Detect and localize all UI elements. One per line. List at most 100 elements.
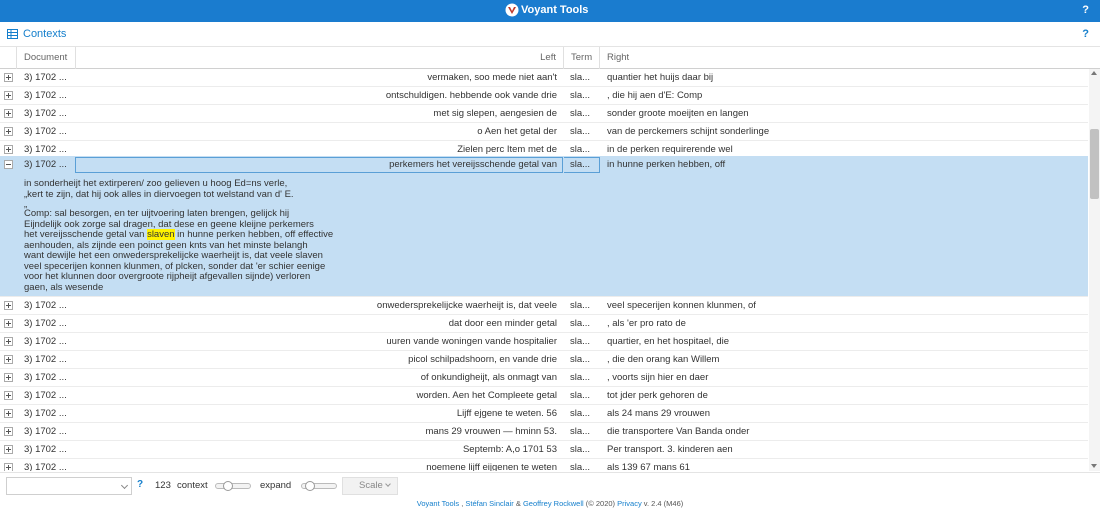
cell-left: Septemb: A,o 1701 53 [462,444,557,455]
table-row[interactable]: 3) 1702 ... Lijff ejgene te weten. 56 sl… [0,405,1088,423]
cell-term: sla... [570,72,591,83]
expanded-context-panel: in sonderheijt het extirperen/ zoo gelie… [0,174,1088,297]
cell-document: 3) 1702 ... [24,336,67,347]
column-header-right[interactable]: Right [600,47,1088,69]
cell-left: worden. Aen het Compleete getal [416,390,557,401]
cell-right: , als 'er pro rato de [607,318,686,329]
footer-link-sinclair[interactable]: Stéfan Sinclair [465,499,513,508]
cell-right: , die hij aen d'E: Comp [607,90,703,101]
footer-link-voyant[interactable]: Voyant Tools [417,499,459,508]
expand-row-icon[interactable] [4,355,13,364]
cell-term: sla... [570,408,591,419]
table-row[interactable]: 3) 1702 ... met sig slepen, aengesien de… [0,105,1088,123]
table-row[interactable]: 3) 1702 ... of onkundigheijt, als onmagt… [0,369,1088,387]
column-header-left[interactable]: Left [76,47,564,69]
footer-link-rockwell[interactable]: Geoffrey Rockwell [523,499,584,508]
scroll-down-icon[interactable] [1091,464,1097,468]
column-expander [0,47,17,69]
cell-document: 3) 1702 ... [24,300,67,311]
cell-term: sla... [570,462,591,471]
expand-row-icon[interactable] [4,391,13,400]
scale-button[interactable]: Scale [342,477,398,495]
cell-right: , die den orang kan Willem [607,354,720,365]
cell-left: uuren vande woningen vande hospitalier [386,336,557,347]
app-title: Voyant Tools [521,4,589,16]
vertical-scrollbar[interactable] [1089,69,1100,471]
expand-row-icon[interactable] [4,427,13,436]
scroll-up-icon[interactable] [1091,71,1097,75]
table-row[interactable]: 3) 1702 ... ontschuldigen. hebbende ook … [0,87,1088,105]
panel-help-button[interactable]: ? [1082,27,1089,41]
footer-version: v. 2.4 (M46) [641,499,684,508]
grid-icon [7,29,18,39]
app-header: Voyant Tools ? [0,0,1100,22]
cell-right: sonder groote moeijten en langen [607,108,749,119]
cell-document: 3) 1702 ... [24,159,67,170]
expanded-text-b: in hunne perken hebben, off effective ae… [24,229,334,293]
cell-left: noemene lijff eijgenen te weten [426,462,557,471]
table-row-selected[interactable]: 3) 1702 ... perkemers het vereijsschende… [0,156,1088,174]
expand-row-icon[interactable] [4,319,13,328]
expand-slider-handle[interactable] [305,481,316,491]
search-combobox[interactable] [6,477,132,495]
chevron-down-icon[interactable] [120,481,129,490]
expand-row-icon[interactable] [4,73,13,82]
cell-document: 3) 1702 ... [24,462,67,471]
keyword-highlight: slaven [147,229,175,240]
column-header-term[interactable]: Term [564,47,600,69]
table-row[interactable]: 3) 1702 ... worden. Aen het Compleete ge… [0,387,1088,405]
cell-left: onwedersprekelijcke waerheijt is, dat ve… [376,300,557,311]
table-row[interactable]: 3) 1702 ... dat door een minder getal sl… [0,315,1088,333]
table-row[interactable]: 3) 1702 ... vermaken, soo mede niet aan'… [0,69,1088,87]
expand-row-icon[interactable] [4,109,13,118]
cell-term: sla... [570,318,591,329]
expand-row-icon[interactable] [4,127,13,136]
expand-row-icon[interactable] [4,337,13,346]
app-help-button[interactable]: ? [1082,2,1089,18]
expand-label: expand [260,480,292,491]
expand-row-icon[interactable] [4,301,13,310]
table-row[interactable]: 3) 1702 ... uuren vande woningen vande h… [0,333,1088,351]
cell-term: sla... [570,390,591,401]
footer-link-privacy[interactable]: Privacy [617,499,642,508]
cell-left: mans 29 vrouwen — hminn 53. [425,426,557,437]
cell-document: 3) 1702 ... [24,444,67,455]
table-row[interactable]: 3) 1702 ... onwedersprekelijcke waerheij… [0,297,1088,315]
cell-term: sla... [570,159,591,170]
cell-term: sla... [570,426,591,437]
column-header-document[interactable]: Document [17,47,76,69]
cell-term: sla... [570,444,591,455]
cell-document: 3) 1702 ... [24,126,67,137]
search-help-button[interactable]: ? [137,479,143,490]
cell-document: 3) 1702 ... [24,90,67,101]
scrollbar-thumb[interactable] [1090,129,1099,199]
cell-term: sla... [570,108,591,119]
expand-row-icon[interactable] [4,373,13,382]
table-row[interactable]: 3) 1702 ... mans 29 vrouwen — hminn 53. … [0,423,1088,441]
expand-row-icon[interactable] [4,445,13,454]
cell-term: sla... [570,300,591,311]
table-row[interactable]: 3) 1702 ... picol schilpadshoorn, en van… [0,351,1088,369]
result-count: 123 [155,480,171,491]
cell-right: tot jder perk gehoren de [607,390,708,401]
expand-slider[interactable] [301,481,337,491]
cell-document: 3) 1702 ... [24,318,67,329]
table-row[interactable]: 3) 1702 ... Septemb: A,o 1701 53 sla... … [0,441,1088,459]
cell-left: dat door een minder getal [448,318,557,329]
expand-row-icon[interactable] [4,91,13,100]
cell-left: vermaken, soo mede niet aan't [427,72,557,83]
footer-separator: & [513,499,523,508]
panel-title: Contexts [23,28,67,40]
cell-right: als 139 67 mans 61 [607,462,690,471]
expand-row-icon[interactable] [4,409,13,418]
cell-right: quartier, en het hospitael, die [607,336,730,347]
expand-row-icon[interactable] [4,145,13,154]
expanded-text-top: in sonderheijt het extirperen/ zoo gelie… [24,178,294,200]
expand-row-icon[interactable] [4,463,13,471]
table-row[interactable]: 3) 1702 ... noemene lijff eijgenen te we… [0,459,1088,471]
collapse-row-icon[interactable] [4,160,13,169]
table-row[interactable]: 3) 1702 ... o Aen het getal der sla... v… [0,123,1088,141]
context-slider[interactable] [215,481,251,491]
context-slider-handle[interactable] [222,481,233,491]
cell-right: Per transport. 3. kinderen aen [607,444,733,455]
